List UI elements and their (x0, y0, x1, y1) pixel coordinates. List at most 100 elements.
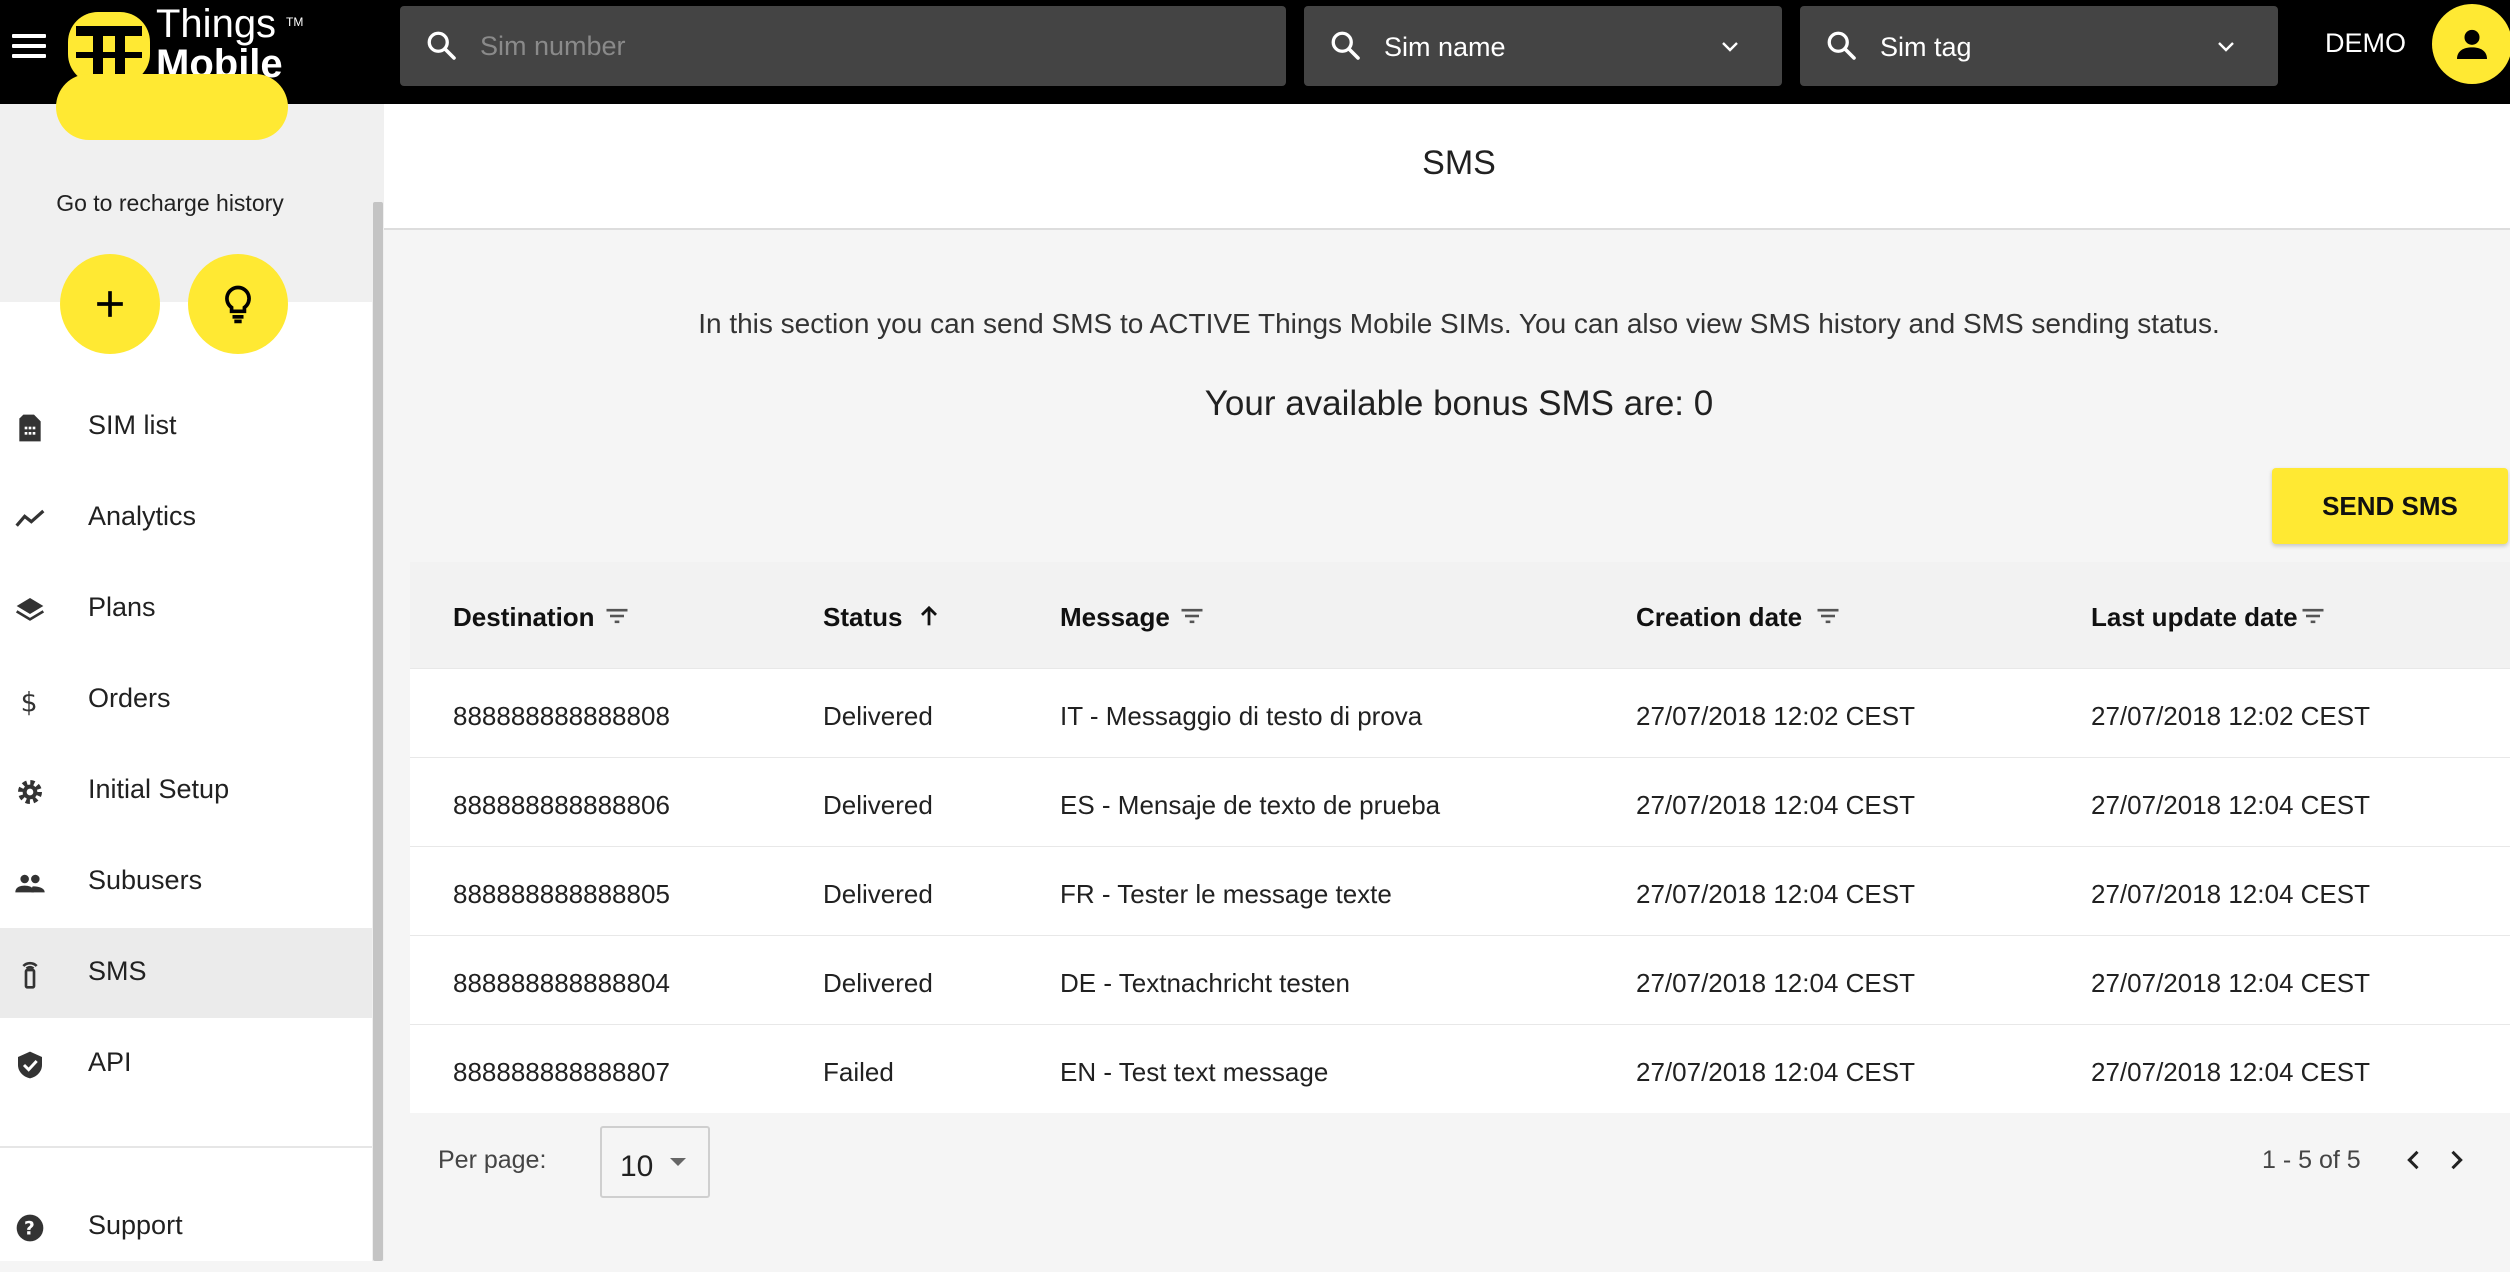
cell-status: Failed (823, 1057, 894, 1087)
page-header: SMS (384, 104, 2510, 230)
gear-icon (18, 780, 42, 804)
trademark-mark: TM (286, 15, 304, 29)
column-header-creation-date[interactable]: Creation date (1636, 602, 1839, 633)
sidebar-item-label: Analytics (88, 501, 197, 531)
account-name-label[interactable]: DEMO (2325, 28, 2406, 59)
search-icon (427, 31, 456, 60)
svg-text:$: $ (21, 688, 38, 717)
chevron-left-icon[interactable] (2400, 1144, 2428, 1176)
sidebar-item-initial-setup[interactable]: Initial Setup (0, 746, 372, 836)
sidebar-item-analytics[interactable]: Analytics (0, 473, 372, 563)
column-label: Last update date (2091, 602, 2298, 632)
table-row[interactable]: 888888888888804 Delivered DE - Textnachr… (410, 935, 2510, 1024)
sidebar-item-subusers[interactable]: Subusers (0, 837, 372, 927)
section-description: In this section you can send SMS to ACTI… (698, 308, 2220, 339)
sim-tag-dropdown[interactable]: Sim tag (1800, 6, 2278, 86)
sidebar-item-sim-list[interactable]: SIM list (0, 382, 372, 472)
sms-table: Destination Status Message Creation date… (410, 562, 2510, 1113)
sidebar-item-api[interactable]: API (0, 1019, 372, 1109)
cell-message: DE - Textnachricht testen (1060, 968, 1350, 998)
sidebar-item-orders[interactable]: $ Orders (0, 655, 372, 745)
per-page-select[interactable]: 10 (600, 1126, 710, 1198)
column-header-last-update-date[interactable]: Last update date (2091, 602, 2324, 633)
filter-icon (1817, 608, 1839, 624)
filter-icon (2302, 608, 2324, 624)
cell-creation-date: 27/07/2018 12:02 CEST (1636, 701, 1915, 731)
column-label: Message (1060, 602, 1170, 632)
sidebar-item-support[interactable]: ? Support (0, 1182, 372, 1272)
filter-icon (606, 608, 628, 624)
cell-last-update-date: 27/07/2018 12:04 CEST (2091, 879, 2370, 909)
sidebar-item-sms[interactable]: SMS (0, 928, 372, 1018)
sim-card-icon (19, 414, 41, 442)
sim-name-label: Sim name (1384, 32, 1506, 62)
layers-icon (15, 598, 45, 621)
sidebar-item-label: Plans (88, 592, 156, 622)
send-sms-button[interactable]: SEND SMS (2272, 468, 2508, 544)
help-icon: ? (16, 1214, 44, 1242)
cell-destination: 888888888888807 (453, 1057, 670, 1087)
svg-text:?: ? (24, 1219, 35, 1240)
recharge-button[interactable] (56, 74, 288, 140)
cell-destination: 888888888888805 (453, 879, 670, 909)
add-button[interactable] (60, 254, 160, 354)
cell-destination: 888888888888808 (453, 701, 670, 731)
search-icon (1827, 31, 1856, 60)
search-icon (1331, 31, 1360, 60)
recharge-panel: Go to recharge history (0, 74, 372, 302)
sidebar-item-label: Initial Setup (88, 774, 230, 804)
scrollbar-thumb[interactable] (373, 202, 383, 1261)
table-row[interactable]: 888888888888808 Delivered IT - Messaggio… (410, 668, 2510, 757)
table-pagination: Per page: 10 1 - 5 of 5 (410, 1110, 2510, 1230)
sidebar-item-label: Orders (88, 683, 171, 713)
sidebar-item-label: SMS (88, 956, 147, 986)
people-icon (15, 874, 45, 893)
cell-message: FR - Tester le message texte (1060, 879, 1392, 909)
cell-creation-date: 27/07/2018 12:04 CEST (1636, 879, 1915, 909)
cell-last-update-date: 27/07/2018 12:04 CEST (2091, 790, 2370, 820)
dollar-icon: $ (21, 688, 38, 717)
lightbulb-icon (225, 285, 251, 324)
sidebar-divider (0, 1146, 372, 1148)
plus-icon (97, 291, 123, 317)
column-label: Status (823, 602, 903, 632)
cell-status: Delivered (823, 879, 933, 909)
logo-text-things: Things (156, 2, 277, 46)
table-row[interactable]: 888888888888807 Failed EN - Test text me… (410, 1024, 2510, 1113)
dropdown-arrow-icon (670, 1158, 686, 1166)
tips-button[interactable] (188, 254, 288, 354)
shield-check-icon (18, 1051, 42, 1079)
sim-number-search[interactable] (400, 6, 1286, 86)
trending-icon (15, 509, 45, 527)
cell-last-update-date: 27/07/2018 12:04 CEST (2091, 1057, 2370, 1087)
person-icon (2457, 29, 2487, 59)
sim-number-input[interactable] (480, 26, 1240, 66)
page-title: SMS (1422, 144, 1496, 182)
page-range-label: 1 - 5 of 5 (2262, 1146, 2361, 1174)
cell-status: Delivered (823, 790, 933, 820)
table-header: Destination Status Message Creation date… (410, 562, 2510, 668)
table-row[interactable]: 888888888888805 Delivered FR - Tester le… (410, 846, 2510, 935)
sidebar-item-plans[interactable]: Plans (0, 564, 372, 654)
cell-status: Delivered (823, 968, 933, 998)
column-header-message[interactable]: Message (1060, 602, 1203, 633)
column-header-destination[interactable]: Destination (453, 602, 628, 633)
cell-message: EN - Test text message (1060, 1057, 1329, 1087)
table-row[interactable]: 888888888888806 Delivered ES - Mensaje d… (410, 757, 2510, 846)
user-avatar-button[interactable] (2432, 4, 2510, 84)
cell-creation-date: 27/07/2018 12:04 CEST (1636, 790, 1915, 820)
cell-destination: 888888888888806 (453, 790, 670, 820)
column-label: Creation date (1636, 602, 1803, 632)
sidebar-item-label: API (88, 1047, 132, 1077)
recharge-history-link[interactable]: Go to recharge history (0, 190, 340, 217)
column-label: Destination (453, 602, 595, 632)
hamburger-menu-icon[interactable] (12, 28, 48, 64)
chevron-right-icon[interactable] (2442, 1144, 2470, 1176)
sidebar-scrollbar[interactable] (372, 104, 384, 1261)
cell-creation-date: 27/07/2018 12:04 CEST (1636, 1057, 1915, 1087)
per-page-label: Per page: (438, 1146, 547, 1174)
cell-destination: 888888888888804 (453, 968, 670, 998)
sim-name-dropdown[interactable]: Sim name (1304, 6, 1782, 86)
column-header-status[interactable]: Status (823, 602, 937, 633)
sms-tower-icon (22, 961, 38, 989)
